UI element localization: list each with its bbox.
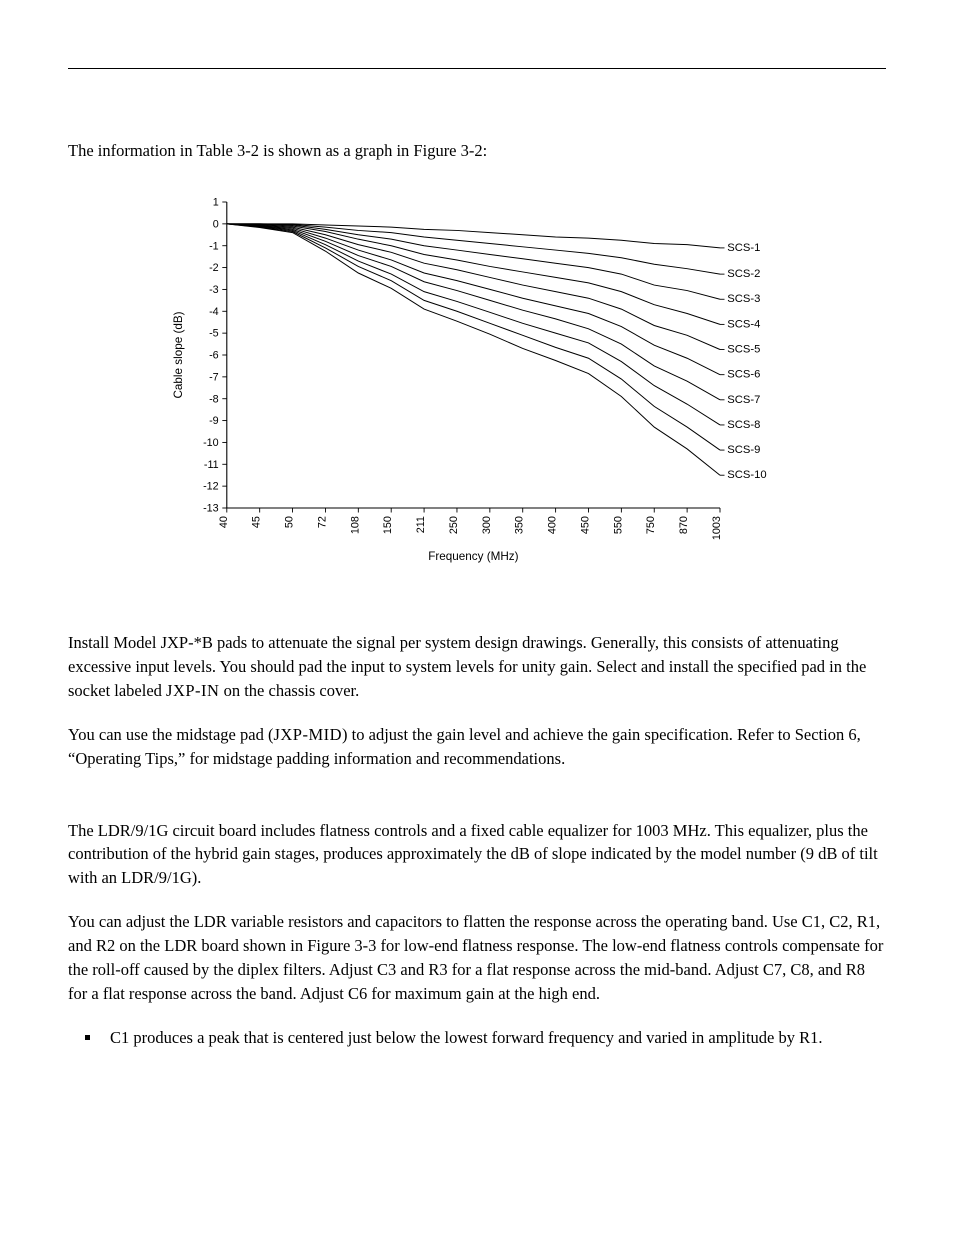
- svg-text:1: 1: [213, 197, 219, 209]
- svg-text:-2: -2: [209, 262, 219, 274]
- svg-text:250: 250: [448, 516, 460, 534]
- svg-text:-5: -5: [209, 328, 219, 340]
- svg-text:-4: -4: [209, 306, 219, 318]
- svg-text:-13: -13: [203, 503, 219, 515]
- paragraph-jxp-pads: Install Model JXP-*B pads to attenuate t…: [68, 631, 886, 703]
- svg-text:45: 45: [251, 516, 263, 528]
- svg-text:SCS-1: SCS-1: [727, 242, 760, 254]
- paragraph-ldr-adjust: You can adjust the LDR variable resistor…: [68, 910, 886, 1006]
- svg-text:150: 150: [382, 516, 394, 534]
- svg-text:550: 550: [612, 516, 624, 534]
- svg-text:Frequency (MHz): Frequency (MHz): [428, 550, 518, 563]
- spacer: [68, 791, 886, 819]
- svg-text:1003: 1003: [711, 516, 723, 540]
- text-run: You can use the midstage pad (: [68, 725, 273, 744]
- svg-text:211: 211: [415, 516, 427, 533]
- svg-text:-7: -7: [209, 371, 219, 383]
- svg-text:300: 300: [481, 516, 493, 534]
- small-caps-text: JXP-IN: [166, 681, 219, 700]
- svg-text:-9: -9: [209, 415, 219, 427]
- svg-text:-8: -8: [209, 393, 219, 405]
- figure-3-2-chart: 1 0 -1 -2 -3 -4 -5 -6 -7 -8 -9 -10 -11 -12 -1340 45 50 72…: [162, 193, 792, 571]
- svg-text:SCS-6: SCS-6: [727, 369, 760, 381]
- svg-text:-11: -11: [204, 459, 219, 471]
- svg-text:-12: -12: [203, 481, 219, 493]
- svg-text:SCS-9: SCS-9: [727, 444, 760, 456]
- svg-text:72: 72: [316, 516, 328, 528]
- svg-text:-3: -3: [209, 284, 219, 296]
- bullet-item-c1: C1 produces a peak that is centered just…: [102, 1026, 886, 1050]
- cable-slope-chart: 1 0 -1 -2 -3 -4 -5 -6 -7 -8 -9 -10 -11 -12 -1340 45 50 72…: [162, 193, 792, 571]
- bullet-list: C1 produces a peak that is centered just…: [68, 1026, 886, 1050]
- svg-text:-6: -6: [209, 350, 219, 362]
- svg-text:SCS-10: SCS-10: [727, 469, 766, 481]
- svg-text:SCS-7: SCS-7: [727, 394, 760, 406]
- svg-text:40: 40: [218, 516, 230, 528]
- svg-text:50: 50: [284, 516, 296, 528]
- svg-text:SCS-5: SCS-5: [727, 343, 760, 355]
- svg-text:0: 0: [213, 218, 219, 230]
- svg-text:350: 350: [514, 516, 526, 534]
- text-run: on the chassis cover.: [219, 681, 359, 700]
- svg-text:SCS-4: SCS-4: [727, 318, 760, 330]
- svg-text:750: 750: [645, 516, 657, 534]
- svg-text:Cable slope (dB): Cable slope (dB): [172, 311, 185, 398]
- svg-text:400: 400: [547, 516, 559, 534]
- svg-text:450: 450: [579, 516, 591, 534]
- svg-text:SCS-3: SCS-3: [727, 293, 760, 305]
- svg-text:870: 870: [678, 516, 690, 534]
- svg-text:-1: -1: [209, 240, 219, 252]
- header-rule: [68, 68, 886, 69]
- paragraph-midstage-pad: You can use the midstage pad (JXP-MID) t…: [68, 723, 886, 771]
- paragraph-ldr-board: The LDR/9/1G circuit board includes flat…: [68, 819, 886, 891]
- svg-text:SCS-2: SCS-2: [727, 268, 760, 280]
- svg-text:-10: -10: [203, 437, 219, 449]
- small-caps-text: JXP-MID: [273, 725, 342, 744]
- svg-text:108: 108: [349, 516, 361, 534]
- svg-text:SCS-8: SCS-8: [727, 419, 760, 431]
- lead-paragraph: The information in Table 3-2 is shown as…: [68, 139, 886, 163]
- document-page: The information in Table 3-2 is shown as…: [0, 0, 954, 1235]
